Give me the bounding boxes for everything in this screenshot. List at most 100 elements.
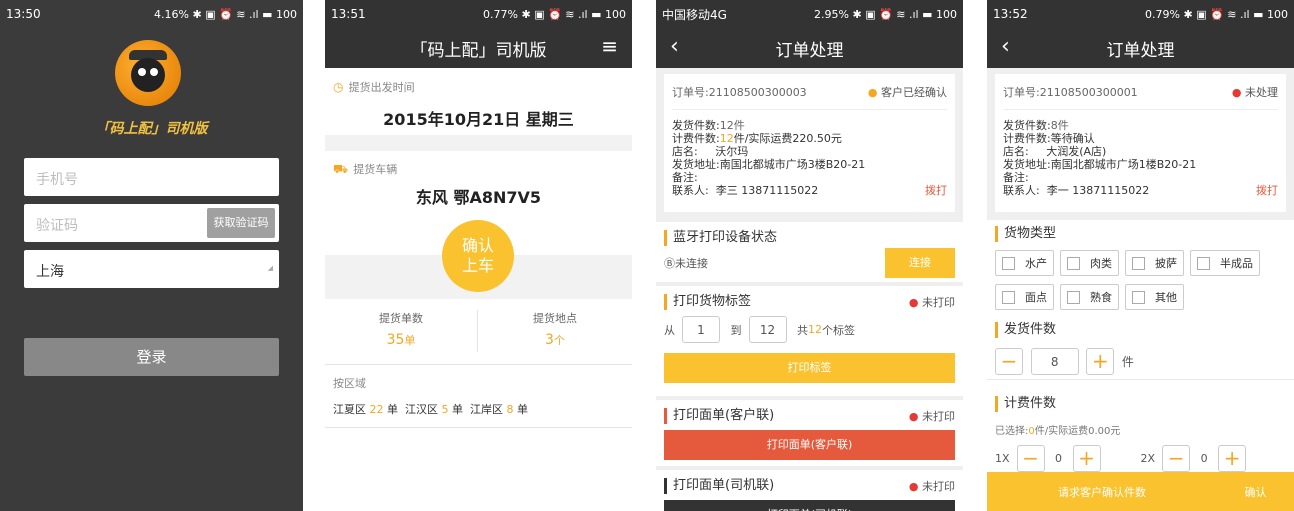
bt-status: Ⓑ未连接: [664, 257, 708, 270]
contact-row: 联系人: 李一 13871115022 拨打: [1003, 184, 1278, 197]
order-count-screen: 13:52 0.79% ✱ ▣ ⏰ ≋ .ıl ▬ 100 ‹ 订单处理 订单号…: [987, 0, 1294, 511]
minus-button[interactable]: −: [1162, 445, 1191, 472]
ship-count-input[interactable]: 8: [1030, 348, 1079, 375]
bluetooth-title: 蓝牙打印设备状态: [664, 230, 955, 246]
plus-button[interactable]: +: [1086, 348, 1115, 375]
print-customer-button[interactable]: 打印面单(客户联): [664, 430, 955, 460]
area-section: 按区域 江夏区 22 单 江汉区 5 单 江岸区 8 单: [325, 364, 632, 428]
back-icon[interactable]: ‹: [670, 34, 679, 59]
customer-slip-section: 打印面单(客户联) ● 未打印 打印面单(客户联): [656, 400, 963, 466]
goods-type-section: 货物类型 水产 肉类 披萨 半成品 面点 熟食 其他: [987, 220, 1294, 316]
goods-type-option[interactable]: 水产: [995, 250, 1054, 276]
login-screen: 13:50 4.16% ✱ ▣ ⏰ ≋ .ıl ▬ 100 「码上配」司机版 手…: [0, 0, 303, 511]
driver-slip-title: 打印面单(司机联): [664, 478, 774, 494]
to-input[interactable]: 12: [748, 316, 787, 343]
charge-count: 计费件数:等待确认: [1003, 132, 1095, 145]
goods-type-option[interactable]: 肉类: [1060, 250, 1119, 276]
customer-slip-title: 打印面单(客户联): [664, 408, 774, 424]
order-count-unit: 单: [404, 334, 416, 347]
label-title: 打印货物标签: [664, 294, 751, 310]
goods-type-option[interactable]: 熟食: [1060, 284, 1119, 310]
area-item[interactable]: 江汉区 5 单: [405, 403, 463, 416]
goods-type-option[interactable]: 半成品: [1190, 250, 1260, 276]
confirm-board-button[interactable]: 确认 上车: [442, 220, 514, 292]
driver-home-screen: 13:51 0.77% ✱ ▣ ⏰ ≋ .ıl ▬ 100 「码上配」司机版 ≡…: [325, 0, 632, 511]
city-select[interactable]: 上海 ◢: [24, 250, 279, 288]
minus-button[interactable]: −: [995, 348, 1023, 375]
print-driver-button[interactable]: 打印面单(司机联): [664, 500, 955, 511]
order-number: 订单号:21108500300001: [1003, 86, 1138, 99]
status-icons: 2.95% ✱ ▣ ⏰ ≋ .ıl ▬ 100: [814, 7, 957, 21]
ship-address: 发货地址:南国北都城市广场1楼B20-21: [1003, 158, 1197, 171]
vehicle-name[interactable]: 东风 鄂A8N7V5: [325, 184, 632, 208]
menu-icon[interactable]: ≡: [601, 34, 618, 58]
bluetooth-section: 蓝牙打印设备状态 Ⓑ未连接 连接: [656, 222, 963, 282]
contact: 联系人: 李三 13871115022: [672, 184, 819, 197]
confirm-line2: 上车: [461, 256, 494, 275]
pickup-time-label-row: ◷ 提货出发时间: [333, 76, 415, 95]
goods-type-option[interactable]: 其他: [1125, 284, 1184, 310]
selected-summary: 已选择:0件/实际运费0.00元: [995, 426, 1121, 437]
goods-type-option[interactable]: 面点: [995, 284, 1054, 310]
status-icons: 4.16% ✱ ▣ ⏰ ≋ .ıl ▬ 100: [154, 7, 297, 21]
label-range: 从 1 到 12 共 12 个标签: [664, 316, 955, 343]
status-time: 13:50: [6, 7, 41, 21]
location-stat[interactable]: 提货地点 3个: [478, 310, 632, 352]
location-label: 提货地点: [533, 312, 577, 325]
status-bar: 13:50 4.16% ✱ ▣ ⏰ ≋ .ıl ▬ 100: [0, 0, 303, 28]
dial-link[interactable]: 拨打: [925, 184, 947, 197]
from-input[interactable]: 1: [682, 316, 720, 343]
back-icon[interactable]: ‹: [1001, 34, 1010, 59]
order-count-label: 提货单数: [379, 312, 423, 325]
goods-type-option[interactable]: 披萨: [1125, 250, 1184, 276]
connect-button[interactable]: 连接: [885, 248, 955, 278]
bluetooth-icon: Ⓑ: [664, 257, 675, 270]
divider: [325, 135, 632, 151]
dial-link[interactable]: 拨打: [1256, 184, 1278, 197]
area-item[interactable]: 江夏区 22 单: [333, 403, 398, 416]
confirm-line1: 确认: [461, 236, 494, 255]
truck-icon: ⛟: [333, 162, 349, 176]
customer-slip-status: ● 未打印: [908, 410, 955, 423]
print-label-button[interactable]: 打印标签: [664, 353, 955, 383]
store-name: 店名: 大润发(A店): [1003, 145, 1107, 158]
plus-button[interactable]: +: [1072, 445, 1101, 472]
nav-bar: ‹ 订单处理: [656, 28, 963, 68]
status-carrier: 中国移动4G: [662, 7, 727, 22]
status-icons: 0.77% ✱ ▣ ⏰ ≋ .ıl ▬ 100: [483, 7, 626, 21]
code-placeholder: 验证码: [36, 218, 78, 234]
phone-input[interactable]: 手机号: [24, 158, 279, 196]
status-time: 13:51: [331, 7, 366, 21]
order-status: ● 客户已经确认: [867, 86, 947, 99]
ship-address: 发货地址:南国北都城市广场3楼B20-21: [672, 158, 866, 171]
remark: 备注:: [672, 171, 698, 184]
get-code-button[interactable]: 获取验证码: [207, 208, 275, 238]
status-icons: 0.79% ✱ ▣ ⏰ ≋ .ıl ▬ 100: [1145, 7, 1288, 21]
login-button[interactable]: 登录: [24, 338, 279, 376]
contact: 联系人: 李一 13871115022: [1003, 184, 1150, 197]
confirm-button[interactable]: 确认: [1217, 484, 1294, 500]
order-card: 订单号:21108500300003 ● 客户已经确认 发货件数:12件 计费件…: [664, 74, 955, 212]
label-status: ● 未打印: [908, 296, 955, 309]
charge-title: 计费件数: [995, 396, 1286, 412]
plus-button[interactable]: +: [1218, 445, 1247, 472]
pickup-time-label: 提货出发时间: [348, 81, 415, 94]
request-confirm-button[interactable]: 请求客户确认件数: [987, 484, 1217, 500]
order-card: 订单号:21108500300001 ● 未处理 发货件数:8件 计费件数:等待…: [995, 74, 1286, 212]
app-logo-icon: [115, 40, 181, 106]
ship-count-section: 发货件数 − 8 + 件: [987, 316, 1294, 380]
app-brand: 「码上配」司机版: [95, 121, 208, 137]
status-bar: 13:51 0.77% ✱ ▣ ⏰ ≋ .ıl ▬ 100: [325, 0, 632, 28]
city-value: 上海: [36, 264, 64, 280]
piece-unit: 件: [1121, 355, 1134, 369]
status-bar: 中国移动4G 2.95% ✱ ▣ ⏰ ≋ .ıl ▬ 100: [656, 0, 963, 28]
area-item[interactable]: 江岸区 8 单: [470, 403, 528, 416]
code-input[interactable]: 验证码 获取验证码: [24, 204, 279, 242]
label-print-section: 打印货物标签 ● 未打印 从 1 到 12 共 12 个标签 打印标签: [656, 286, 963, 396]
page-title: 订单处理: [775, 40, 844, 61]
remark: 备注:: [1003, 171, 1029, 184]
pickup-date[interactable]: 2015年10月21日 星期三: [325, 106, 632, 130]
order-count-stat[interactable]: 提货单数 35单: [325, 310, 478, 352]
minus-button[interactable]: −: [1016, 445, 1045, 472]
ship-count: 发货件数:12件: [672, 119, 745, 132]
